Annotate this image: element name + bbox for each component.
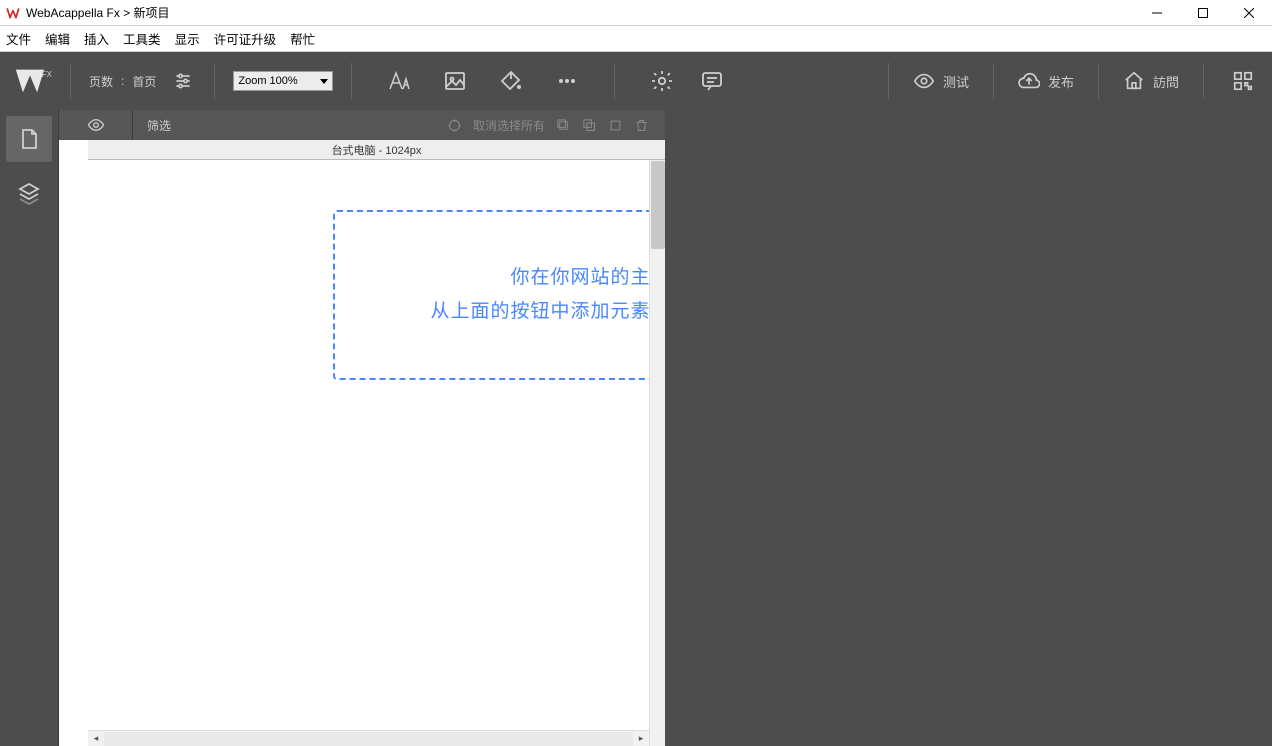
page-surface: 你在你网站的主页上。 从上面的按钮中添加元素，开始构建它。 xyxy=(88,160,665,430)
menu-edit[interactable]: 编辑 xyxy=(45,29,70,48)
horizontal-scrollbar[interactable]: ◂ ▸ xyxy=(88,730,649,746)
breakpoint-label: 台式电脑 - 1024px xyxy=(332,142,422,158)
toolbar-separator xyxy=(1098,63,1099,99)
deselect-all-button[interactable]: 取消选择所有 xyxy=(473,117,545,134)
publish-label: 发布 xyxy=(1048,72,1074,91)
filterbar: 筛选 取消选择所有 xyxy=(58,110,665,140)
duplicate-icon[interactable] xyxy=(607,117,623,133)
menu-license[interactable]: 许可证升级 xyxy=(214,29,277,48)
editor: 台式电脑 - 1024px 你在你网站的主页上。 从上面的按钮中添加元素，开始构… xyxy=(58,140,665,746)
visit-label: 訪問 xyxy=(1153,72,1179,91)
breakpoint-bar[interactable]: 台式电脑 - 1024px xyxy=(88,140,665,160)
toolbar-settings-group xyxy=(625,68,749,94)
sidebar-page-button[interactable] xyxy=(6,116,52,162)
menubar: 文件 编辑 插入 工具类 显示 许可证升级 帮忙 xyxy=(0,26,1272,52)
horizontal-scrollbar-track[interactable] xyxy=(104,732,633,746)
scroll-right-arrow-icon[interactable]: ▸ xyxy=(633,731,649,746)
visit-button[interactable]: 訪問 xyxy=(1109,70,1193,92)
pages-separator: : xyxy=(121,74,124,88)
target-icon[interactable] xyxy=(447,117,463,133)
toolbar-separator xyxy=(351,63,352,99)
chevron-down-icon xyxy=(320,79,328,84)
window-title: WebAcappella Fx > 新项目 xyxy=(26,4,170,21)
toolbar-insert-group xyxy=(362,68,604,94)
qr-button[interactable] xyxy=(1214,70,1272,92)
zoom-value: Zoom 100% xyxy=(238,75,297,87)
menu-help[interactable]: 帮忙 xyxy=(290,29,315,48)
placeholder-line-2: 从上面的按钮中添加元素，开始构建它。 xyxy=(430,295,665,329)
workarea: 筛选 取消选择所有 xyxy=(58,110,665,746)
filter-label[interactable]: 筛选 xyxy=(133,117,185,134)
toolbar-separator xyxy=(214,63,215,99)
menu-display[interactable]: 显示 xyxy=(175,29,200,48)
zoom-select[interactable]: Zoom 100% xyxy=(233,71,333,91)
window-controls xyxy=(1134,0,1272,26)
horizontal-scrollbar-thumb[interactable] xyxy=(104,732,633,746)
delete-icon[interactable] xyxy=(633,117,649,133)
minimize-button[interactable] xyxy=(1134,0,1180,26)
page-settings-icon[interactable] xyxy=(170,68,196,94)
titlebar: WebAcappella Fx > 新项目 xyxy=(0,0,1272,26)
scroll-left-arrow-icon[interactable]: ◂ xyxy=(88,731,104,746)
visibility-toggle[interactable] xyxy=(59,110,133,140)
toolbar-pages: 页数 : 首页 xyxy=(81,68,204,94)
menu-file[interactable]: 文件 xyxy=(6,29,31,48)
editor-gutter xyxy=(58,140,88,746)
toolbar: FX 页数 : 首页 Zoom 100% xyxy=(0,52,1272,110)
maximize-button[interactable] xyxy=(1180,0,1226,26)
vertical-scrollbar[interactable] xyxy=(649,160,665,746)
image-icon[interactable] xyxy=(442,68,468,94)
empty-page-placeholder: 你在你网站的主页上。 从上面的按钮中添加元素，开始构建它。 xyxy=(333,210,665,380)
pages-label: 页数 xyxy=(89,73,113,90)
toolbar-separator xyxy=(993,63,994,99)
preview-button[interactable]: 测试 xyxy=(899,70,983,92)
menu-tools[interactable]: 工具类 xyxy=(123,29,161,48)
app-logo-icon xyxy=(6,6,20,20)
left-sidebar xyxy=(0,110,58,746)
sidebar-layers-button[interactable] xyxy=(6,170,52,216)
toolbar-separator xyxy=(70,63,71,99)
chat-icon[interactable] xyxy=(699,68,725,94)
current-page-name[interactable]: 首页 xyxy=(132,73,156,90)
toolbar-logo: FX xyxy=(0,64,60,98)
preview-label: 测试 xyxy=(943,72,969,91)
text-icon[interactable] xyxy=(386,68,412,94)
gear-icon[interactable] xyxy=(649,68,675,94)
vertical-scrollbar-thumb[interactable] xyxy=(651,161,665,249)
paint-bucket-icon[interactable] xyxy=(498,68,524,94)
close-button[interactable] xyxy=(1226,0,1272,26)
menu-insert[interactable]: 插入 xyxy=(84,29,109,48)
logo-fx-badge: FX xyxy=(42,70,52,79)
toolbar-separator xyxy=(1203,63,1204,99)
placeholder-line-1: 你在你网站的主页上。 xyxy=(510,261,665,295)
canvas[interactable]: 你在你网站的主页上。 从上面的按钮中添加元素，开始构建它。 ◂ ▸ xyxy=(88,160,665,746)
publish-button[interactable]: 发布 xyxy=(1004,70,1088,92)
toolbar-separator xyxy=(614,63,615,99)
toolbar-zoom: Zoom 100% xyxy=(225,71,341,91)
toolbar-right: 测试 发布 訪問 xyxy=(878,63,1272,99)
canvas-wrap: 台式电脑 - 1024px 你在你网站的主页上。 从上面的按钮中添加元素，开始构… xyxy=(88,140,665,746)
toolbar-separator xyxy=(888,63,889,99)
filterbar-actions: 取消选择所有 xyxy=(447,117,665,134)
copy-back-icon[interactable] xyxy=(581,117,597,133)
body: 筛选 取消选择所有 xyxy=(0,110,1272,746)
right-panel xyxy=(665,110,1272,746)
more-icon[interactable] xyxy=(554,68,580,94)
copy-front-icon[interactable] xyxy=(555,117,571,133)
